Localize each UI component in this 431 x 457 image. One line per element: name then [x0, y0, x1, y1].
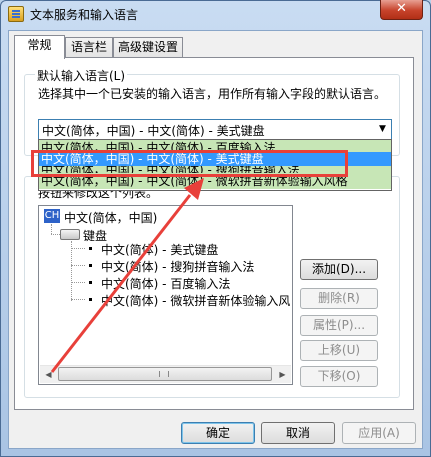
- apply-button[interactable]: 应用(A): [342, 422, 416, 444]
- title-bar[interactable]: 文本服务和输入语言 ✕: [0, 0, 429, 28]
- language-badge-icon: CH: [44, 209, 60, 223]
- move-down-button[interactable]: 下移(O): [300, 366, 378, 387]
- close-button[interactable]: ✕: [380, 0, 423, 20]
- tree-item[interactable]: 中文(简体) - 美式键盘: [101, 241, 218, 258]
- move-up-button[interactable]: 上移(U): [300, 340, 378, 361]
- ok-button[interactable]: 确定: [181, 422, 255, 444]
- properties-button[interactable]: 属性(P)...: [300, 315, 378, 336]
- scroll-left-arrow-icon[interactable]: ◀: [40, 366, 57, 383]
- tab-general[interactable]: 常规: [14, 35, 65, 59]
- tree-item[interactable]: 中文(简体) - 百度输入法: [101, 275, 230, 292]
- keyboard-icon: [60, 229, 80, 240]
- scroll-thumb[interactable]: [58, 367, 272, 381]
- cancel-button[interactable]: 取消: [261, 422, 335, 444]
- add-button[interactable]: 添加(D)...: [300, 259, 378, 280]
- default-language-select-value: 中文(简体，中国) - 中文(简体) - 美式键盘: [42, 124, 265, 138]
- tree-item[interactable]: 中文(简体) - 搜狗拼音输入法: [101, 258, 254, 275]
- window-title: 文本服务和输入语言: [30, 8, 139, 22]
- dropdown-arrow-icon[interactable]: ▼: [374, 120, 391, 139]
- tab-language-bar[interactable]: 语言栏: [65, 37, 113, 58]
- installed-services-tree[interactable]: CH 中文(简体，中国) 键盘 中文(简体) - 美式键盘 中文(简体) - 搜…: [38, 205, 293, 385]
- default-language-description: 选择其中一个已安装的输入语言，用作所有输入字段的默认语言。: [38, 87, 387, 101]
- default-language-select[interactable]: 中文(简体，中国) - 中文(简体) - 美式键盘 ▼: [38, 119, 392, 140]
- highlight-annotation-box: [31, 150, 348, 177]
- tree-horizontal-scrollbar[interactable]: ◀ ▶: [40, 365, 291, 383]
- default-language-label: 默认输入语言(L): [35, 67, 128, 84]
- tree-node-language[interactable]: 中文(简体，中国): [64, 209, 157, 226]
- tree-item[interactable]: 中文(简体) - 微软拼音新体验输入风: [101, 292, 290, 309]
- tab-advanced-key-settings[interactable]: 高级键设置: [113, 37, 183, 58]
- text-services-icon: [8, 6, 24, 22]
- scroll-right-arrow-icon[interactable]: ▶: [274, 366, 291, 383]
- remove-button[interactable]: 删除(R): [300, 288, 378, 309]
